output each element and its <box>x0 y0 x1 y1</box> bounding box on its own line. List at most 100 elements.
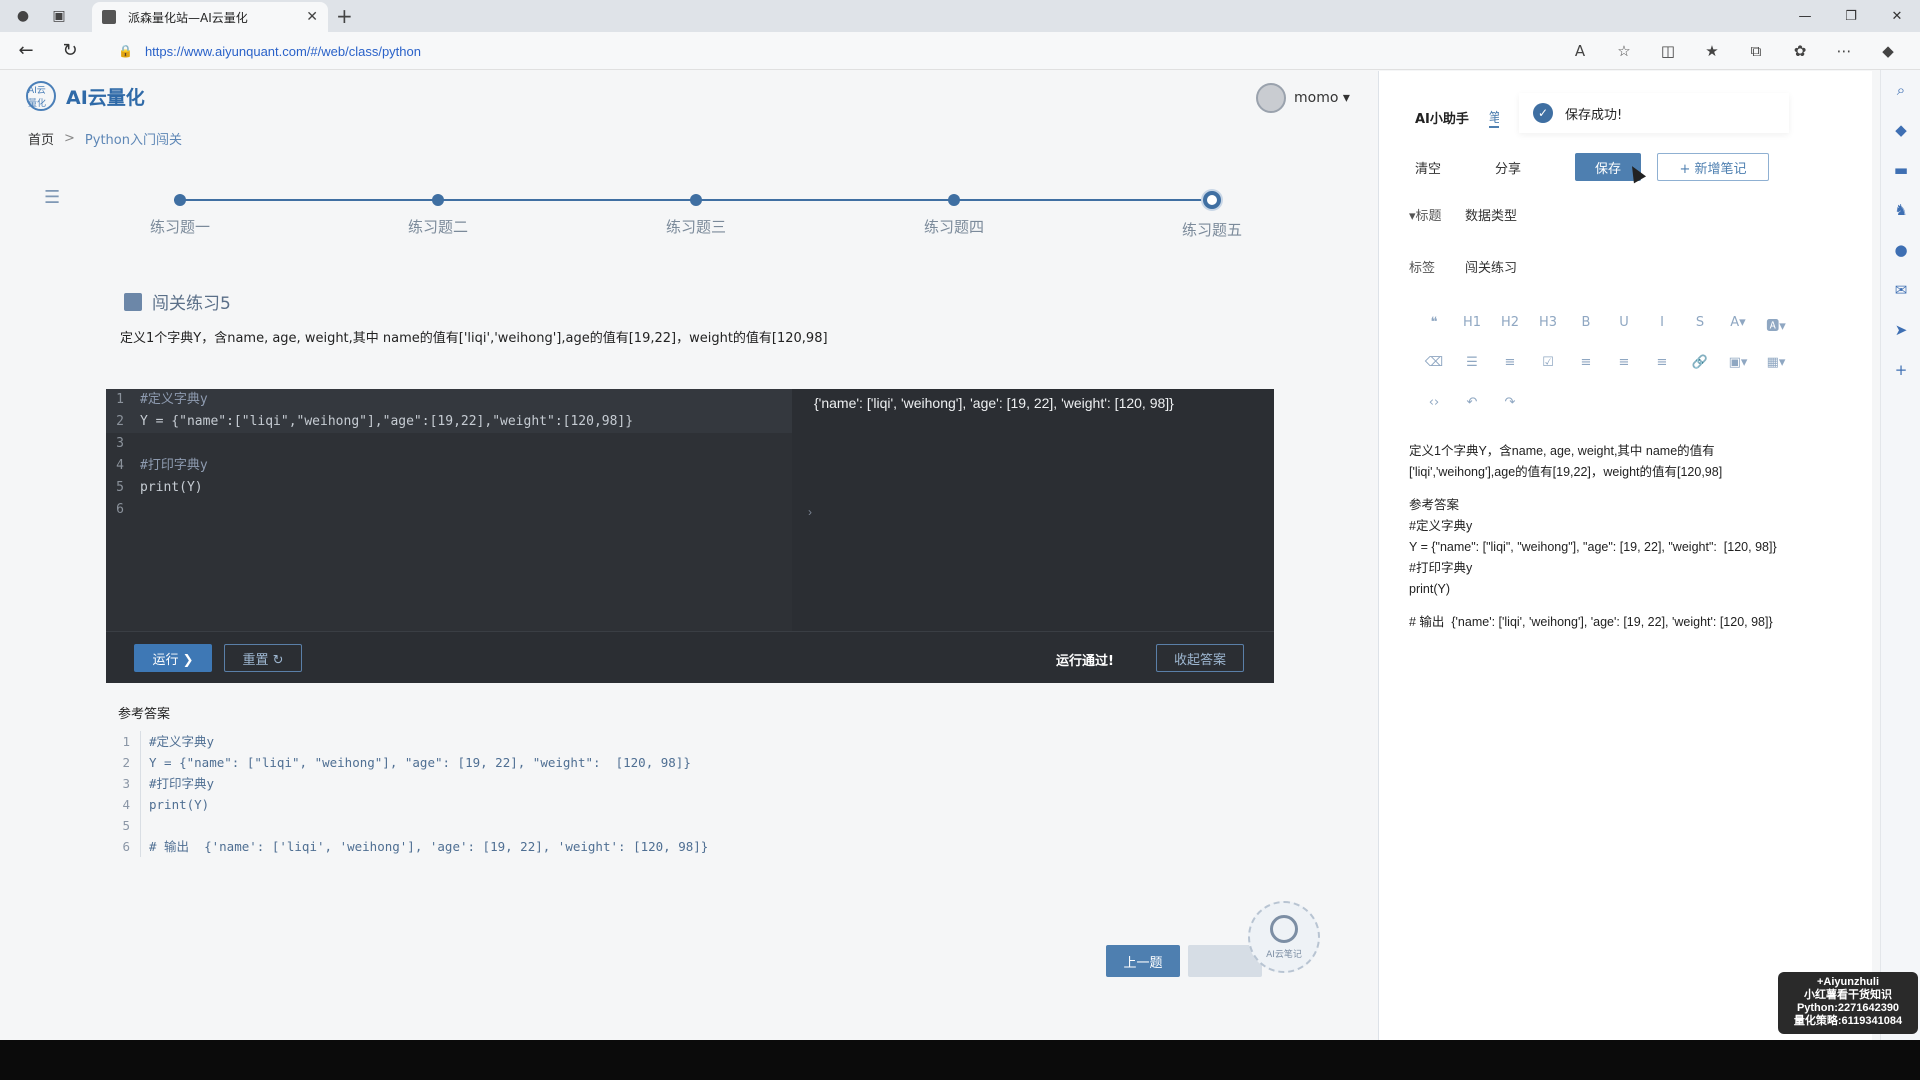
h1-icon[interactable]: H1 <box>1453 315 1491 334</box>
code-line[interactable]: 3 <box>106 433 792 455</box>
collections-icon[interactable]: ⧉ <box>1734 36 1778 66</box>
note-line: # 输出 {'name': ['liqi', 'weihong'], 'age'… <box>1409 615 1773 629</box>
table-icon[interactable]: ▦▾ <box>1757 355 1795 370</box>
tools-icon[interactable]: ▬ <box>1881 150 1920 190</box>
extensions-icon[interactable]: ✿ <box>1778 36 1822 66</box>
favorite-star-icon[interactable]: ☆ <box>1602 36 1646 66</box>
code-icon[interactable]: ‹› <box>1415 395 1453 410</box>
align-justify-icon[interactable]: ≡ <box>1643 355 1681 370</box>
code-line[interactable]: 2 Y = {"name":["liqi","weihong"],"age":[1… <box>106 411 792 433</box>
telegram-icon[interactable]: ➤ <box>1881 310 1920 350</box>
breadcrumb-home[interactable]: 首页 <box>28 129 54 148</box>
align-right-icon[interactable]: ≡ <box>1605 355 1643 370</box>
tab-notes[interactable]: 笔 <box>1488 107 1499 128</box>
profile-icon[interactable]: ● <box>10 3 36 29</box>
image-icon[interactable]: ▣▾ <box>1719 355 1757 370</box>
checkbox-icon[interactable]: ☑ <box>1529 355 1567 370</box>
tab-actions-icon[interactable]: ▣ <box>46 3 72 29</box>
align-left-icon[interactable]: ≡ <box>1567 355 1605 370</box>
url-field[interactable]: 🔒 https://www.aiyunquant.com/#/web/class… <box>118 38 421 64</box>
step-2[interactable]: 练习题二 <box>378 191 498 237</box>
line-number: 1 <box>122 734 130 749</box>
quote-icon[interactable]: ❝ <box>1415 315 1453 334</box>
window-controls: — ❐ ✕ <box>1782 0 1920 32</box>
read-aloud-icon[interactable]: A <box>1558 36 1602 66</box>
tab-title: 派森量化站—AI云量化 <box>128 10 248 25</box>
code-editor[interactable]: 1 #定义字典y 2 Y = {"name":["liqi","weihong"],"… <box>106 389 792 631</box>
splitter-caret-icon[interactable]: › <box>808 505 812 519</box>
h3-icon[interactable]: H3 <box>1529 315 1567 334</box>
watermark: +Aiyunzhuli 小红薯看干货知识 Python:2271642390 量… <box>1778 972 1918 1034</box>
favorites-icon[interactable]: ★ <box>1690 36 1734 66</box>
close-window-icon[interactable]: ✕ <box>1874 0 1920 32</box>
note-line: 定义1个字典Y，含name, age, weight,其中 name的值有 <box>1409 444 1715 458</box>
step-5[interactable]: 练习题五 <box>1152 191 1272 240</box>
undo-icon[interactable]: ↶ <box>1453 395 1491 410</box>
run-button[interactable]: 运行 ❯ <box>134 644 212 672</box>
step-3[interactable]: 练习题三 <box>636 191 756 237</box>
share-button[interactable]: 分享 <box>1495 158 1575 177</box>
tab-ai-assistant[interactable]: AI小助手 <box>1415 108 1469 127</box>
breadcrumb-current[interactable]: Python入门闯关 <box>85 129 182 148</box>
clear-button[interactable]: 清空 <box>1415 158 1495 177</box>
code-line[interactable]: 4 #打印字典y <box>106 455 792 477</box>
bold-icon[interactable]: B <box>1567 315 1605 334</box>
h2-icon[interactable]: H2 <box>1491 315 1529 334</box>
reset-button[interactable]: 重置 ↻ <box>224 644 302 672</box>
add-note-button[interactable]: + 新增笔记 <box>1657 153 1769 181</box>
step-1[interactable]: 练习题一 <box>120 191 240 237</box>
games-icon[interactable]: ♞ <box>1881 190 1920 230</box>
restore-icon[interactable]: ❐ <box>1828 0 1874 32</box>
back-icon[interactable]: ← <box>8 36 44 66</box>
collapse-answer-button[interactable]: 收起答案 <box>1156 644 1244 672</box>
search-icon[interactable]: ⌕ <box>1881 70 1920 110</box>
code-text: Y = {"name":["liqi","weihong"],"age":[19… <box>140 414 634 429</box>
refresh-icon[interactable]: ↻ <box>52 36 88 66</box>
note-tag-field[interactable]: 标签 闯关练习 <box>1409 257 1517 276</box>
site-logo[interactable]: AI云量化 AI云量化 <box>26 81 145 111</box>
step-4[interactable]: 练习题四 <box>894 191 1014 237</box>
font-color-icon[interactable]: A▾ <box>1719 315 1757 334</box>
highlight-icon[interactable]: 🅰▾ <box>1757 315 1795 334</box>
code-line[interactable]: 1 #定义字典y <box>106 389 792 411</box>
more-icon[interactable]: ⋯ <box>1822 36 1866 66</box>
bullet-list-icon[interactable]: ☰ <box>1453 355 1491 370</box>
watermark-line: +Aiyunzhuli <box>1816 976 1880 988</box>
redo-icon[interactable]: ↷ <box>1491 395 1529 410</box>
answer-line: 1 #定义字典y <box>120 731 708 752</box>
link-icon[interactable]: 🔗 <box>1681 355 1719 370</box>
office-icon[interactable]: ● <box>1881 230 1920 270</box>
shopping-icon[interactable]: ◆ <box>1881 110 1920 150</box>
code-text: print(Y) <box>140 480 203 495</box>
field-label: ▾标题 <box>1409 209 1442 224</box>
italic-icon[interactable]: I <box>1643 315 1681 334</box>
split-screen-icon[interactable]: ◫ <box>1646 36 1690 66</box>
underline-icon[interactable]: U <box>1605 315 1643 334</box>
strikethrough-icon[interactable]: S <box>1681 315 1719 334</box>
add-sidebar-icon[interactable]: + <box>1881 350 1920 390</box>
minimize-icon[interactable]: — <box>1782 0 1828 32</box>
step-label: 练习题一 <box>149 218 210 236</box>
note-content[interactable]: 定义1个字典Y，含name, age, weight,其中 name的值有 ['l… <box>1409 441 1839 633</box>
new-tab-icon[interactable]: + <box>336 4 353 28</box>
tab-close-icon[interactable]: ✕ <box>306 9 318 25</box>
ordered-list-icon[interactable]: ≡ <box>1491 355 1529 370</box>
avatar <box>1256 83 1286 113</box>
code-line[interactable]: 5 print(Y) <box>106 477 792 499</box>
outlook-icon[interactable]: ✉ <box>1881 270 1920 310</box>
user-menu[interactable]: momo ▾ <box>1256 83 1350 113</box>
ai-note-button[interactable]: AI云笔记 <box>1248 901 1320 973</box>
note-title-field[interactable]: ▾标题 数据类型 <box>1409 205 1517 224</box>
note-line: print(Y) <box>1409 582 1450 596</box>
eraser-icon[interactable]: ⌫ <box>1415 355 1453 370</box>
code-line[interactable]: 6 <box>106 499 792 521</box>
prev-question-button[interactable]: 上一题 <box>1106 945 1180 977</box>
browser-tab[interactable]: 派森量化站—AI云量化 ✕ <box>92 2 328 32</box>
ai-note-icon <box>1270 914 1298 943</box>
edit-note-icon <box>124 292 142 311</box>
copilot-icon[interactable]: ◆ <box>1866 36 1910 66</box>
watermark-line: 量化策略:6119341084 <box>1793 1015 1903 1027</box>
outline-menu-icon[interactable]: ☰ <box>44 187 60 208</box>
